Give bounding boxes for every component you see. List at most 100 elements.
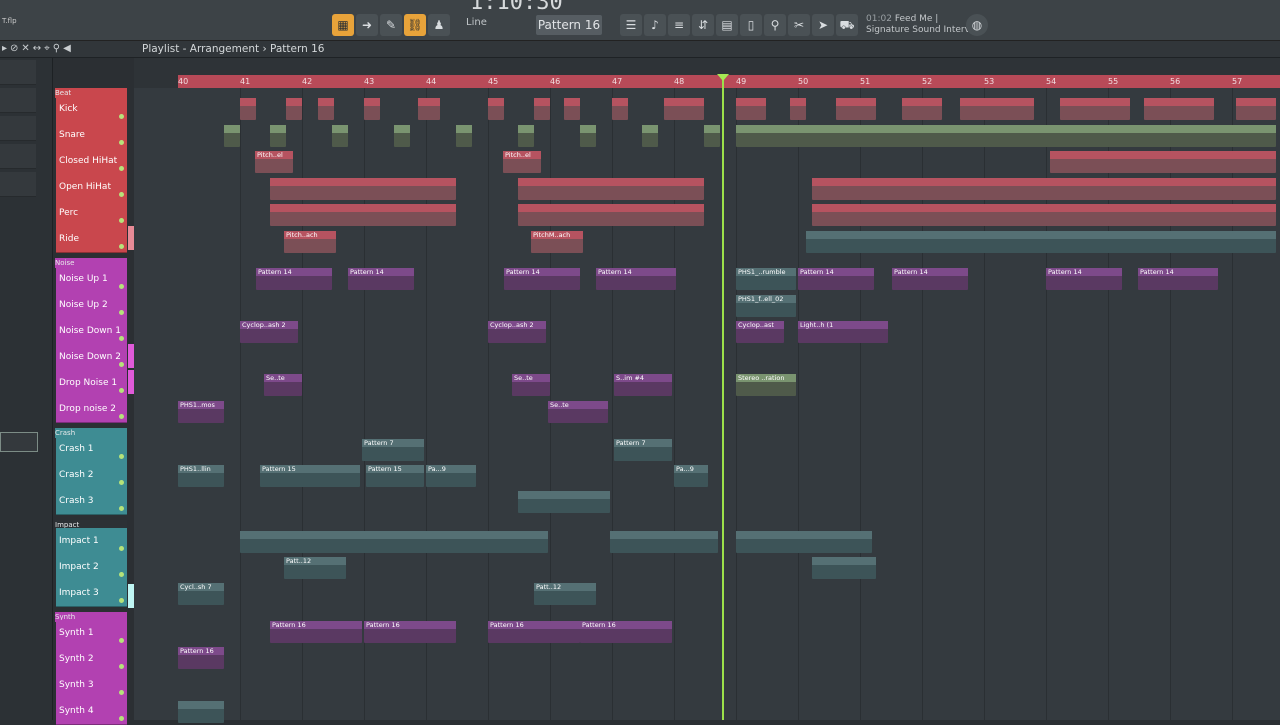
track-kick[interactable]: Kick [56, 96, 127, 123]
pattern-clip[interactable]: Pitch..el [503, 151, 541, 173]
stamp-icon[interactable]: ♟ [428, 14, 450, 36]
playhead-marker-icon[interactable] [717, 74, 729, 81]
pattern-clip[interactable] [664, 98, 704, 120]
pattern-clip[interactable] [704, 125, 720, 147]
pattern-clip[interactable]: Cyclop..ash 2 [488, 321, 546, 343]
pattern-clip[interactable]: Pitch..ach [284, 231, 336, 253]
track-led[interactable] [119, 572, 124, 577]
track-led[interactable] [119, 284, 124, 289]
pattern-clip[interactable] [418, 98, 440, 120]
pattern-clip[interactable] [790, 98, 806, 120]
track-noise-down-1[interactable]: Noise Down 1 [56, 318, 127, 345]
pattern-clip[interactable] [240, 531, 548, 553]
pattern-clip[interactable] [332, 125, 348, 147]
pattern-clip[interactable] [1050, 151, 1276, 173]
pattern-clip[interactable]: Pattern 16 [178, 647, 224, 669]
pattern-clip[interactable]: Pitch..el [255, 151, 293, 173]
pattern-clip[interactable]: PHS1..mos [178, 401, 224, 423]
pattern-clip[interactable]: Patt..12 [534, 583, 596, 605]
timeline-ruler[interactable]: 40 41 42 43 44 45 46 47 48 49 50 51 52 5… [178, 75, 1280, 88]
pattern-clip[interactable]: Pattern 14 [256, 268, 332, 290]
pattern-clip[interactable] [812, 178, 1276, 200]
track-led[interactable] [119, 716, 124, 721]
pattern-clip[interactable] [240, 98, 256, 120]
tool-icon[interactable]: ✂ [788, 14, 810, 36]
pattern-clip[interactable]: Se..te [264, 374, 302, 396]
track-noise-up-1[interactable]: Noise Up 1 [56, 266, 127, 293]
pattern-clip[interactable]: Pattern 7 [362, 439, 424, 461]
pattern-clip[interactable] [612, 98, 628, 120]
browser-row[interactable] [0, 172, 36, 197]
pattern-clip[interactable]: Se..te [512, 374, 550, 396]
browser-icon[interactable]: ≡ [668, 14, 690, 36]
draw-tool-icon[interactable]: ✎ [380, 14, 402, 36]
track-led[interactable] [119, 192, 124, 197]
file-icon[interactable]: ▯ [740, 14, 762, 36]
pattern-clip[interactable] [488, 98, 504, 120]
track-led[interactable] [119, 454, 124, 459]
pattern-clip[interactable]: Pattern 14 [348, 268, 414, 290]
pattern-clip[interactable] [270, 125, 286, 147]
track-synth-1[interactable]: Synth 1 [56, 620, 127, 647]
track-crash-3[interactable]: Crash 3 [56, 488, 127, 515]
link-icon[interactable]: ⛓ [404, 14, 426, 36]
pattern-clip[interactable]: PHS1..llin [178, 465, 224, 487]
track-open-hihat[interactable]: Open HiHat [56, 174, 127, 201]
pattern-clip[interactable] [806, 231, 1276, 253]
pattern-clip[interactable] [224, 125, 240, 147]
pattern-clip[interactable] [610, 531, 718, 553]
track-snare[interactable]: Snare [56, 122, 127, 149]
track-drop-noise-2[interactable]: Drop noise 2 [56, 396, 127, 423]
track-led[interactable] [119, 546, 124, 551]
track-synth-3[interactable]: Synth 3 [56, 672, 127, 699]
pattern-clip[interactable] [456, 125, 472, 147]
track-led[interactable] [119, 244, 124, 249]
track-led[interactable] [119, 310, 124, 315]
track-led[interactable] [119, 336, 124, 341]
pattern-clip[interactable]: S..im #4 [614, 374, 672, 396]
pattern-clip[interactable] [518, 178, 704, 200]
playlist-tools[interactable]: ▸⊘✕↔⌖⚲◀ [2, 41, 74, 57]
arrow-right-icon[interactable]: ➜ [356, 14, 378, 36]
pattern-clip[interactable]: Pattern 14 [798, 268, 874, 290]
pattern-clip[interactable]: Stereo ..ration [736, 374, 796, 396]
pattern-clip[interactable]: Pattern 14 [1138, 268, 1218, 290]
pattern-clip[interactable]: Pattern 7 [614, 439, 672, 461]
track-led[interactable] [119, 598, 124, 603]
track-noise-down-2[interactable]: Noise Down 2 [56, 344, 127, 371]
playlist-mode-icon[interactable]: ▦ [332, 14, 354, 36]
track-drop-noise-1[interactable]: Drop Noise 1 [56, 370, 127, 397]
pattern-clip[interactable] [736, 531, 872, 553]
track-closed-hihat[interactable]: Closed HiHat [56, 148, 127, 175]
pattern-clip[interactable]: Pattern 14 [596, 268, 676, 290]
pattern-clip[interactable] [902, 98, 942, 120]
track-led[interactable] [119, 362, 124, 367]
pattern-clip[interactable]: PitchM..ach [531, 231, 583, 253]
browser-row[interactable] [0, 144, 36, 169]
pattern-clip[interactable]: PHS1_f..ell_02 [736, 295, 796, 317]
track-noise-up-2[interactable]: Noise Up 2 [56, 292, 127, 319]
pattern-clip[interactable]: Pattern 16 [580, 621, 672, 643]
pattern-clip[interactable] [580, 125, 596, 147]
track-led[interactable] [119, 506, 124, 511]
pattern-clip[interactable]: Cyclop..ash 2 [240, 321, 298, 343]
pattern-clip[interactable]: Patt..12 [284, 557, 346, 579]
pattern-clip[interactable] [736, 125, 1276, 147]
pattern-clip[interactable] [518, 204, 704, 226]
track-led[interactable] [119, 218, 124, 223]
send-icon[interactable]: ➤ [812, 14, 834, 36]
pattern-clip[interactable]: Light..h (1 [798, 321, 888, 343]
pattern-clip[interactable] [812, 204, 1276, 226]
track-led[interactable] [119, 140, 124, 145]
pattern-clip[interactable] [534, 98, 550, 120]
pattern-clip[interactable]: Cyclop..ast [736, 321, 784, 343]
pattern-clip[interactable] [1060, 98, 1130, 120]
pattern-clip[interactable] [286, 98, 302, 120]
pattern-clip[interactable] [1236, 98, 1276, 120]
pattern-clip[interactable]: Pattern 14 [504, 268, 580, 290]
pattern-clip[interactable] [270, 178, 456, 200]
pattern-clip[interactable] [1144, 98, 1214, 120]
pattern-clip[interactable]: Pa...9 [426, 465, 476, 487]
pattern-clip[interactable]: Cycl..sh 7 [178, 583, 224, 605]
pattern-clip[interactable] [518, 125, 534, 147]
